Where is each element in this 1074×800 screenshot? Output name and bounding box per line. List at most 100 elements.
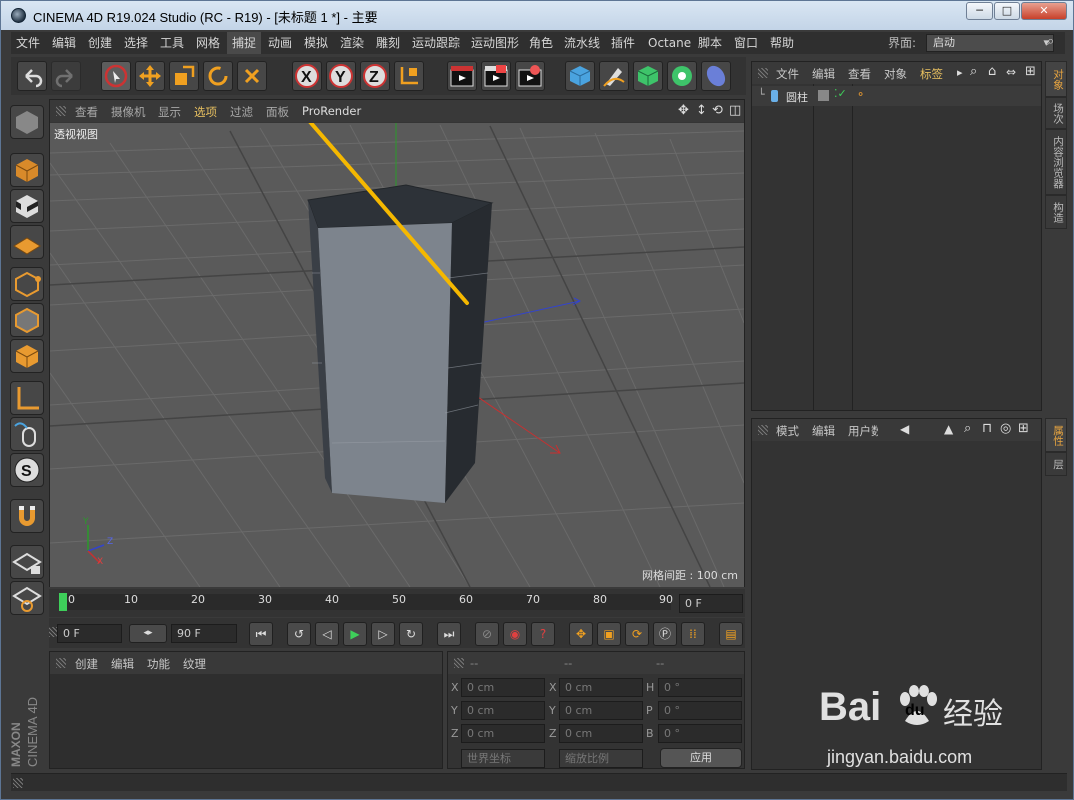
timeline-window-button[interactable]: ▤ xyxy=(719,622,743,646)
deformer-button[interactable] xyxy=(701,61,731,91)
next-frame-button[interactable]: ▷ xyxy=(371,622,395,646)
material-menu-create[interactable]: 创建 xyxy=(75,656,98,672)
move-button[interactable] xyxy=(135,61,165,91)
prev-keyframe-button[interactable]: ↺ xyxy=(287,622,311,646)
tab-takes[interactable]: 场次 xyxy=(1045,97,1067,129)
home-icon[interactable]: ⌂ xyxy=(988,64,996,79)
apply-button[interactable]: 应用 xyxy=(660,748,742,768)
menu-pipeline[interactable]: 流水线 xyxy=(559,32,605,54)
link-icon[interactable]: ⇔ xyxy=(1006,65,1016,79)
position-x-field[interactable]: 0 cm xyxy=(461,678,545,697)
menu-edit[interactable]: 编辑 xyxy=(47,32,81,54)
rotation-p-field[interactable]: 0 ° xyxy=(658,701,742,720)
workplane-mode-button[interactable] xyxy=(10,225,44,259)
axis-mode-button[interactable] xyxy=(10,381,44,415)
tab-attributes[interactable]: 属性 xyxy=(1045,418,1067,452)
undo-button[interactable] xyxy=(17,61,47,91)
lock-workplane-button[interactable] xyxy=(10,545,44,579)
menu-mograph[interactable]: 运动图形 xyxy=(466,32,524,54)
viewport-menu-options[interactable]: 选项 xyxy=(194,104,217,120)
menu-render[interactable]: 渲染 xyxy=(335,32,369,54)
key-scale-button[interactable]: ▣ xyxy=(597,622,621,646)
points-mode-button[interactable] xyxy=(10,267,44,301)
menu-window[interactable]: 窗口 xyxy=(729,32,763,54)
keyframe-selection-button[interactable]: ? xyxy=(531,622,555,646)
scale-button[interactable] xyxy=(169,61,199,91)
range-slider-icon[interactable]: ◂▸ xyxy=(129,624,167,643)
polygons-mode-button[interactable] xyxy=(10,339,44,373)
viewport-menu-panel[interactable]: 面板 xyxy=(266,104,289,120)
viewport-menu-display[interactable]: 显示 xyxy=(158,104,181,120)
tab-content-browser[interactable]: 内容浏览器 xyxy=(1045,129,1067,195)
position-y-field[interactable]: 0 cm xyxy=(461,701,545,720)
solo-mode-button[interactable]: S xyxy=(10,453,44,487)
snap-enable-button[interactable] xyxy=(10,499,44,533)
maximize-button[interactable]: □ xyxy=(994,2,1020,20)
object-row-cylinder[interactable]: └ 圆柱 ⁚✓ ⚬ xyxy=(752,86,1041,106)
menu-mesh[interactable]: 网格 xyxy=(191,32,225,54)
size-mode-select[interactable]: 缩放比例 xyxy=(559,749,643,768)
texture-mode-button[interactable] xyxy=(10,189,44,223)
subdivision-surface-button[interactable] xyxy=(633,61,663,91)
y-axis-lock-button[interactable]: Y xyxy=(326,61,356,91)
redo-button[interactable] xyxy=(51,61,81,91)
search-icon[interactable]: ⌕ xyxy=(1047,34,1063,50)
pen-spline-button[interactable] xyxy=(599,61,629,91)
close-button[interactable]: ✕ xyxy=(1021,2,1067,20)
viewport-layout-icon[interactable]: ◫ xyxy=(729,103,741,118)
cloner-button[interactable] xyxy=(667,61,697,91)
make-editable-button[interactable] xyxy=(10,105,44,139)
model-mode-button[interactable] xyxy=(10,153,44,187)
object-menu-edit[interactable]: 编辑 xyxy=(812,66,835,82)
menu-plugins[interactable]: 插件 xyxy=(606,32,640,54)
timeline-track[interactable] xyxy=(59,594,671,610)
autokey-button[interactable]: ◉ xyxy=(503,622,527,646)
phong-tag-icon[interactable]: ⚬ xyxy=(856,88,865,101)
visibility-check-icon[interactable]: ⁚✓ xyxy=(834,87,847,100)
attribute-menu-userdata[interactable]: 用户数 xyxy=(848,423,878,439)
x-axis-lock-button[interactable]: X xyxy=(292,61,322,91)
tab-structure[interactable]: 构造 xyxy=(1045,195,1067,229)
record-key-button[interactable]: ⊘ xyxy=(475,622,499,646)
object-menu-file[interactable]: 文件 xyxy=(776,66,799,82)
size-z-field[interactable]: 0 cm xyxy=(559,724,643,743)
cube-primitive-button[interactable] xyxy=(565,61,595,91)
size-y-field[interactable]: 0 cm xyxy=(559,701,643,720)
menu-snap[interactable]: 捕捉 xyxy=(227,32,262,54)
menu-motion-tracking[interactable]: 运动跟踪 xyxy=(407,32,465,54)
menu-octane[interactable]: Octane xyxy=(643,32,696,54)
attribute-menu-edit[interactable]: 编辑 xyxy=(812,423,835,439)
key-parameter-button[interactable]: Ⓟ xyxy=(653,622,677,646)
new-panel-icon[interactable]: ⊞ xyxy=(1025,64,1036,79)
up-arrow-icon[interactable]: ▲ xyxy=(944,422,953,436)
go-to-end-button[interactable]: ⏭ xyxy=(437,622,461,646)
next-keyframe-button[interactable]: ↻ xyxy=(399,622,423,646)
minimize-button[interactable]: ─ xyxy=(966,2,993,20)
viewport-zoom-icon[interactable]: ↕ xyxy=(696,103,707,118)
object-menu-tags[interactable]: 标签 xyxy=(920,66,943,82)
menu-sculpt[interactable]: 雕刻 xyxy=(371,32,405,54)
menu-script[interactable]: 脚本 xyxy=(693,32,727,54)
target-icon[interactable]: ◎ xyxy=(1000,421,1011,436)
start-frame-field[interactable]: 0 F xyxy=(57,624,122,643)
object-menu-view[interactable]: 查看 xyxy=(848,66,871,82)
tab-objects[interactable]: 对象 xyxy=(1045,61,1067,97)
coordinate-mode-select[interactable]: 世界坐标 xyxy=(461,749,545,768)
menu-file[interactable]: 文件 xyxy=(11,32,45,54)
viewport-menu-prorender[interactable]: ProRender xyxy=(302,104,361,118)
menu-animate[interactable]: 动画 xyxy=(263,32,297,54)
material-menu-function[interactable]: 功能 xyxy=(147,656,170,672)
viewport-rotate-icon[interactable]: ⟲ xyxy=(712,103,723,118)
search-icon[interactable]: ⌕ xyxy=(970,64,977,79)
play-button[interactable]: ▶ xyxy=(343,622,367,646)
viewport-pan-icon[interactable]: ✥ xyxy=(678,103,689,118)
material-menu-texture[interactable]: 纹理 xyxy=(183,656,206,672)
coordinate-system-button[interactable] xyxy=(394,61,424,91)
z-axis-lock-button[interactable]: Z xyxy=(360,61,390,91)
search-icon[interactable]: ⌕ xyxy=(964,421,971,436)
menu-create[interactable]: 创建 xyxy=(83,32,117,54)
current-frame-field[interactable]: 0 F xyxy=(679,594,743,613)
menu-character[interactable]: 角色 xyxy=(524,32,558,54)
prev-frame-button[interactable]: ◁ xyxy=(315,622,339,646)
material-menu-edit[interactable]: 编辑 xyxy=(111,656,134,672)
